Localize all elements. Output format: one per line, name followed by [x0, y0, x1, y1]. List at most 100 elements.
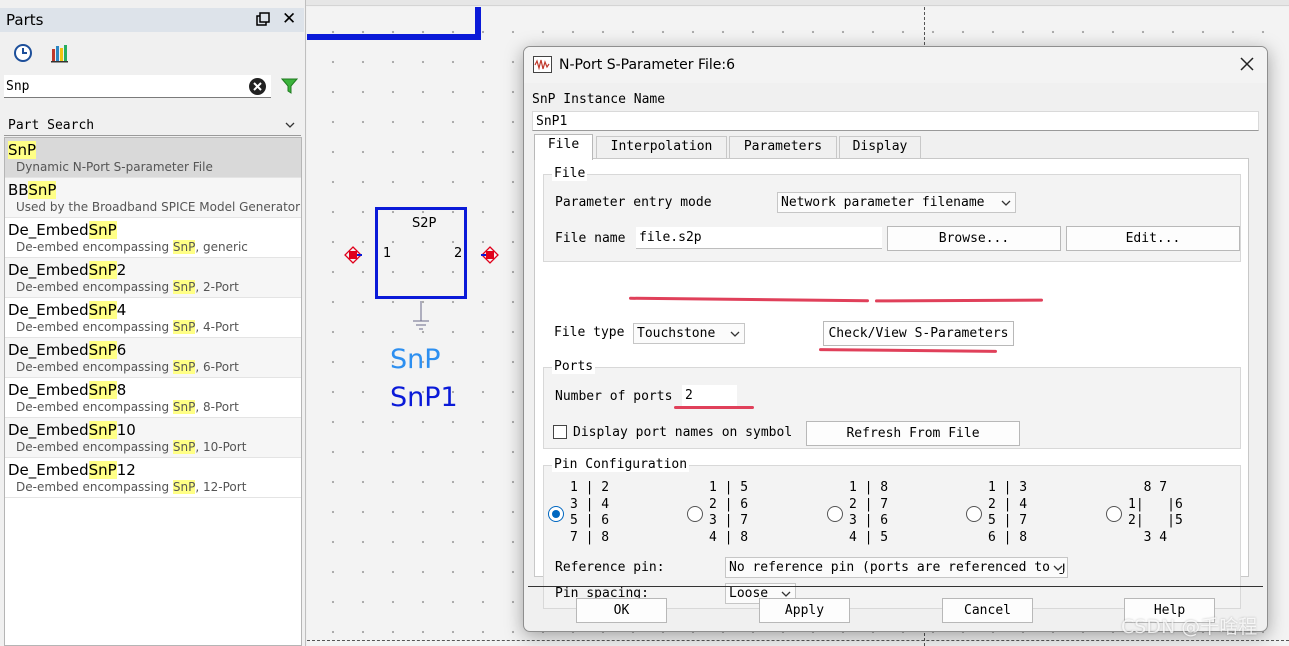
part-description-segment: De-embed encompassing — [16, 240, 173, 254]
entry-mode-select[interactable]: Network parameter filename — [777, 192, 1016, 213]
apply-button[interactable]: Apply — [759, 598, 850, 623]
part-description-segment: SnP — [172, 400, 196, 414]
part-description: De-embed encompassing SnP, 2-Port — [16, 280, 239, 294]
port-icon[interactable] — [481, 246, 499, 264]
pin-config-group: Pin Configuration 1 | 2 3 | 4 5 | 6 7 | … — [543, 457, 1241, 609]
part-name: De_EmbedSnP2 — [8, 261, 126, 279]
pin-config-radio[interactable] — [966, 506, 982, 522]
reference-pin-select[interactable]: No reference pin (ports are referenced t… — [725, 557, 1068, 578]
library-icon[interactable] — [50, 43, 70, 63]
part-name: De_EmbedSnP — [8, 221, 117, 239]
refresh-from-file-button[interactable]: Refresh From File — [806, 421, 1020, 446]
num-ports-label: Number of ports — [555, 389, 673, 404]
chevron-down-icon — [1001, 200, 1011, 206]
part-name-segment: SnP — [88, 221, 117, 239]
dialog-title: N-Port S-Parameter File:6 — [559, 57, 736, 73]
pin-config-radio[interactable] — [548, 506, 564, 522]
part-name: De_EmbedSnP8 — [8, 381, 126, 399]
tab-display[interactable]: Display — [839, 136, 921, 158]
list-item[interactable]: SnP Dynamic N-Port S-parameter File — [5, 138, 301, 178]
instance-name-label: SnP Instance Name — [532, 92, 666, 107]
dock-icon[interactable] — [256, 12, 270, 26]
instance-name-input[interactable] — [532, 111, 1259, 131]
part-name: De_EmbedSnP4 — [8, 301, 126, 319]
part-description: De-embed encompassing SnP, 10-Port — [16, 440, 246, 454]
part-name-segment: 4 — [116, 301, 127, 319]
list-item[interactable]: De_EmbedSnP4 De-embed encompassing SnP, 4… — [5, 298, 301, 338]
part-description-segment: De-embed encompassing — [16, 280, 173, 294]
file-type-select[interactable]: Touchstone — [633, 323, 745, 344]
pin-config-diagram: 1 | 2 3 | 4 5 | 6 7 | 8 — [570, 480, 610, 545]
list-item[interactable]: De_EmbedSnP2 De-embed encompassing SnP, 2… — [5, 258, 301, 298]
part-name: SnP — [8, 141, 37, 159]
chevron-down-icon — [285, 122, 295, 128]
part-description-segment: , 6-Port — [195, 360, 239, 374]
file-type-label: File type — [554, 325, 625, 340]
file-group: File Parameter entry mode Network parame… — [543, 166, 1241, 262]
part-description-segment: De-embed encompassing — [16, 360, 173, 374]
part-name-segment: SnP — [88, 421, 117, 439]
part-name-segment: SnP — [88, 341, 117, 359]
component-name-label: SnP — [390, 344, 441, 375]
list-item[interactable]: De_EmbedSnP10 De-embed encompassing SnP, … — [5, 418, 301, 458]
history-icon[interactable] — [13, 43, 33, 63]
chevron-down-icon — [730, 331, 740, 337]
reference-pin-label: Reference pin: — [555, 560, 665, 575]
tab-parameters[interactable]: Parameters — [729, 136, 837, 158]
part-description-segment: , generic — [195, 240, 248, 254]
part-description-segment: SnP — [172, 360, 196, 374]
list-item[interactable]: BBSnP Used by the Broadband SPICE Model G… — [5, 178, 301, 218]
search-mode-dropdown[interactable]: Part Search — [4, 116, 301, 136]
group-title: Ports — [552, 359, 596, 374]
list-item[interactable]: De_EmbedSnP6 De-embed encompassing SnP, 6… — [5, 338, 301, 378]
clear-icon[interactable] — [248, 77, 267, 96]
instance-name-label: SnP1 — [390, 382, 458, 413]
check-view-sparameters-button[interactable]: Check/View S-Parameters — [823, 321, 1014, 346]
part-name-segment: 6 — [116, 341, 127, 359]
part-name: BBSnP — [8, 181, 57, 199]
filter-icon[interactable] — [281, 78, 298, 95]
num-ports-input[interactable]: 2 — [682, 385, 737, 407]
group-title: File — [552, 166, 588, 181]
display-port-names-label: Display port names on symbol — [573, 425, 793, 440]
part-name-segment: De_Embed — [8, 381, 89, 399]
pin-config-radio[interactable] — [1106, 506, 1122, 522]
group-title: Pin Configuration — [552, 457, 690, 472]
display-port-names-checkbox[interactable] — [553, 425, 567, 439]
part-name-segment: SnP — [88, 381, 117, 399]
tab-interpolation[interactable]: Interpolation — [596, 136, 727, 158]
browse-button[interactable]: Browse... — [887, 226, 1061, 251]
snp-component-symbol[interactable]: S2P 1 2 — [375, 207, 467, 299]
pin-config-radio[interactable] — [687, 506, 703, 522]
wire — [475, 7, 481, 40]
cancel-button[interactable]: Cancel — [942, 598, 1033, 623]
ok-button[interactable]: OK — [576, 598, 667, 623]
part-name-segment: 12 — [116, 461, 136, 479]
dialog-titlebar[interactable]: N-Port S-Parameter File:6 — [524, 47, 1267, 83]
tab-content-file: File Parameter entry mode Network parame… — [534, 158, 1249, 609]
list-item[interactable]: De_EmbedSnP12 De-embed encompassing SnP, … — [5, 458, 301, 498]
pin-config-radio[interactable] — [827, 506, 843, 522]
search-box — [4, 75, 271, 98]
list-item[interactable]: De_EmbedSnP8 De-embed encompassing SnP, 8… — [5, 378, 301, 418]
list-item[interactable]: De_EmbedSnP De-embed encompassing SnP , ge… — [5, 218, 301, 258]
edit-button[interactable]: Edit... — [1066, 226, 1240, 251]
part-name-segment: De_Embed — [8, 461, 89, 479]
part-description-segment: De-embed encompassing — [16, 480, 173, 494]
part-description-segment: De-embed encompassing — [16, 320, 173, 334]
file-name-input[interactable]: file.s2p — [636, 227, 882, 249]
search-input[interactable] — [6, 77, 236, 95]
ground-icon — [413, 301, 429, 330]
part-description: De-embed encompassing SnP, 6-Port — [16, 360, 239, 374]
part-name-segment: SnP — [8, 141, 37, 159]
part-description-segment: SnP — [172, 440, 196, 454]
close-icon[interactable] — [1238, 55, 1256, 73]
port-icon[interactable] — [344, 246, 362, 264]
close-icon[interactable]: ✕ — [282, 10, 296, 28]
tab-file[interactable]: File — [534, 134, 593, 160]
annotation-underline — [874, 298, 1044, 303]
part-description: Used by the Broadband SPICE Model Genera… — [16, 200, 300, 214]
entry-mode-label: Parameter entry mode — [555, 195, 712, 210]
parts-panel-title: Parts — [6, 11, 44, 29]
chevron-down-icon — [1053, 563, 1063, 573]
